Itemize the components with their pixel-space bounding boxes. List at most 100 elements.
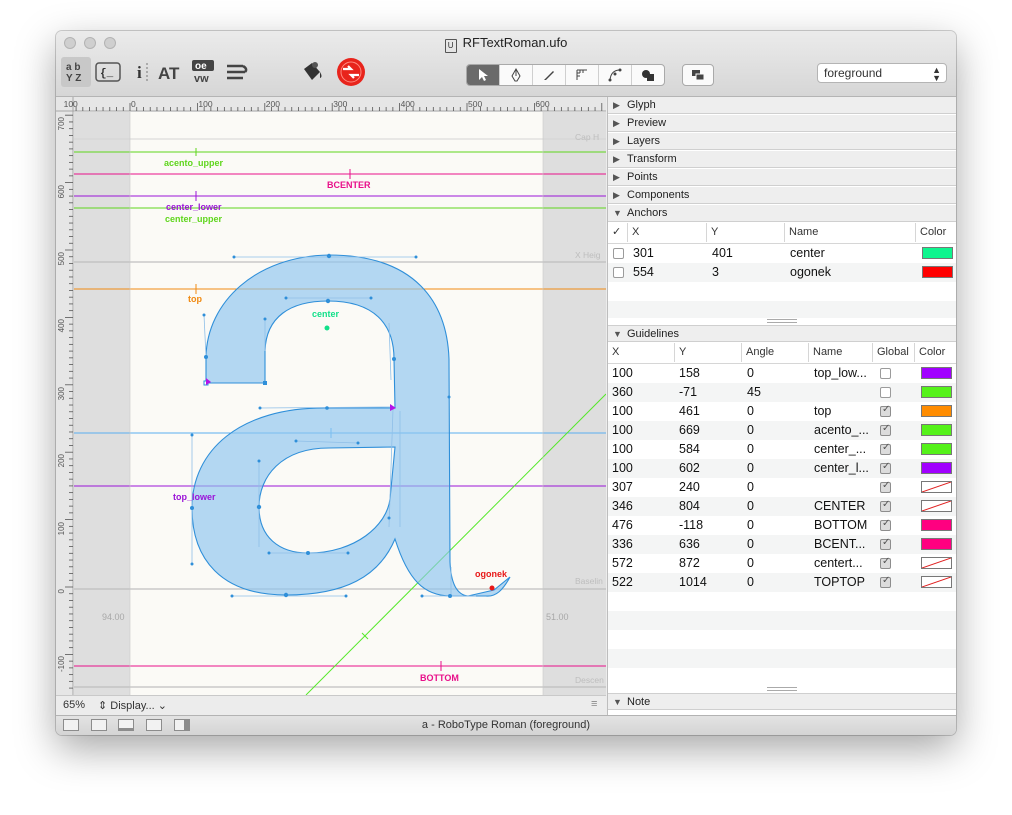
guideline-y[interactable]: 584 — [679, 440, 700, 459]
table-row[interactable]: 360 -71 45 — [608, 383, 956, 402]
table-row[interactable]: 476 -118 0 BOTTOM — [608, 516, 956, 535]
guideline-name[interactable]: top_low... — [814, 364, 867, 383]
anchor-name[interactable]: center — [790, 244, 825, 263]
table-row[interactable]: 100 669 0 acento_... — [608, 421, 956, 440]
pointer-tool-icon[interactable] — [467, 65, 500, 85]
anchor-x[interactable]: 554 — [633, 263, 654, 282]
anchor-checkbox[interactable] — [613, 267, 624, 278]
guidelines-col-color[interactable]: Color — [915, 343, 956, 362]
table-row[interactable]: 100 602 0 center_l... — [608, 459, 956, 478]
table-row[interactable]: 554 3 ogonek — [608, 263, 956, 282]
table-row[interactable]: 522 1014 0 TOPTOP — [608, 573, 956, 592]
table-row[interactable]: 346 804 0 CENTER — [608, 497, 956, 516]
guideline-x[interactable]: 100 — [612, 440, 633, 459]
guideline-angle[interactable]: 0 — [747, 402, 754, 421]
guideline-x[interactable]: 100 — [612, 459, 633, 478]
section-points[interactable]: ▶ Points — [608, 169, 956, 186]
guidelines-col-y[interactable]: Y — [675, 343, 742, 362]
anchor-color-swatch[interactable] — [922, 247, 953, 259]
table-row[interactable]: 301 401 center — [608, 244, 956, 263]
guideline-name[interactable]: top — [814, 402, 831, 421]
guideline-global-checkbox[interactable] — [880, 368, 891, 379]
guideline-global-checkbox[interactable] — [880, 404, 891, 417]
guideline-global-checkbox[interactable] — [880, 442, 891, 455]
guideline-y[interactable]: 872 — [679, 554, 700, 573]
guideline-global-checkbox[interactable] — [880, 387, 891, 398]
guideline-color-swatch[interactable] — [921, 576, 952, 588]
ligature-icon[interactable]: oe vw — [188, 57, 218, 87]
anchors-col-color[interactable]: Color — [916, 223, 956, 242]
table-row[interactable]: 100 584 0 center_... — [608, 440, 956, 459]
guideline-angle[interactable]: 0 — [747, 573, 754, 592]
guidelines-col-angle[interactable]: Angle — [742, 343, 809, 362]
guideline-name[interactable]: BCENT... — [814, 535, 865, 554]
guideline-angle[interactable]: 0 — [747, 554, 754, 573]
bezier-tool-icon[interactable] — [599, 65, 632, 85]
guideline-y[interactable]: -71 — [679, 383, 697, 402]
section-preview[interactable]: ▶ Preview — [608, 115, 956, 132]
guideline-angle[interactable]: 0 — [747, 497, 754, 516]
guideline-x[interactable]: 307 — [612, 478, 633, 497]
table-row[interactable]: 307 240 0 — [608, 478, 956, 497]
text-icon[interactable]: AT — [156, 57, 186, 87]
ruler-tool-icon[interactable] — [566, 65, 599, 85]
table-row[interactable]: 100 158 0 top_low... — [608, 364, 956, 383]
guideline-x[interactable]: 476 — [612, 516, 633, 535]
guideline-y[interactable]: 158 — [679, 364, 700, 383]
guideline-x[interactable]: 346 — [612, 497, 633, 516]
layer-select[interactable]: foreground ▲ ▼ — [817, 63, 947, 83]
guideline-angle[interactable]: 45 — [747, 383, 761, 402]
guideline-angle[interactable]: 0 — [747, 364, 754, 383]
guideline-y[interactable]: 1014 — [679, 573, 707, 592]
guideline-name[interactable]: center_... — [814, 440, 866, 459]
anchor-name[interactable]: ogonek — [790, 263, 831, 282]
section-transform[interactable]: ▶ Transform — [608, 151, 956, 168]
script-icon[interactable]: {_ — [93, 57, 123, 87]
section-components[interactable]: ▶ Components — [608, 187, 956, 204]
guideline-color-swatch[interactable] — [921, 557, 952, 569]
anchors-col-name[interactable]: Name — [785, 223, 916, 242]
guideline-angle[interactable]: 0 — [747, 516, 754, 535]
guidelines-splitter[interactable] — [767, 687, 797, 691]
guideline-name[interactable]: BOTTOM — [814, 516, 867, 535]
guideline-color-swatch[interactable] — [921, 443, 952, 455]
anchor-center-point[interactable] — [324, 325, 330, 331]
guideline-color-swatch[interactable] — [921, 519, 952, 531]
anchor-y[interactable]: 401 — [712, 244, 733, 263]
guideline-y[interactable]: -118 — [679, 516, 703, 535]
paint-bucket-icon[interactable] — [296, 57, 326, 87]
stroke-icon[interactable] — [221, 57, 251, 87]
guideline-name[interactable]: TOPTOP — [814, 573, 865, 592]
guideline-color-swatch[interactable] — [921, 386, 952, 398]
guidelines-col-global[interactable]: Global — [873, 343, 915, 362]
section-note[interactable]: ▼ Note — [608, 693, 956, 710]
guideline-x[interactable]: 100 — [612, 402, 633, 421]
guideline-y[interactable]: 602 — [679, 459, 700, 478]
guideline-angle[interactable]: 0 — [747, 440, 754, 459]
guideline-y[interactable]: 461 — [679, 402, 700, 421]
guideline-y[interactable]: 804 — [679, 497, 700, 516]
anchors-splitter[interactable] — [767, 319, 797, 323]
guideline-color-swatch[interactable] — [921, 500, 952, 512]
section-anchors[interactable]: ▼ Anchors — [608, 205, 956, 222]
guideline-name[interactable]: acento_... — [814, 421, 869, 440]
guideline-x[interactable]: 100 — [612, 421, 633, 440]
guideline-x[interactable]: 100 — [612, 364, 633, 383]
guideline-global-checkbox[interactable] — [880, 423, 891, 436]
resize-grip-icon[interactable]: ≡ — [591, 698, 597, 710]
guideline-name[interactable]: CENTER — [814, 497, 865, 516]
glyph-set-icon[interactable]: a bY Z — [61, 57, 91, 87]
guideline-x[interactable]: 336 — [612, 535, 633, 554]
pen-tool-icon[interactable] — [500, 65, 533, 85]
guideline-y[interactable]: 669 — [679, 421, 700, 440]
guideline-x[interactable]: 360 — [612, 383, 633, 402]
zoom-level[interactable]: 65% — [63, 699, 85, 711]
anchor-y[interactable]: 3 — [712, 263, 719, 282]
anchor-color-swatch[interactable] — [922, 266, 953, 278]
guideline-color-swatch[interactable] — [921, 367, 952, 379]
knife-tool-icon[interactable] — [533, 65, 566, 85]
guideline-global-checkbox[interactable] — [880, 461, 891, 474]
guideline-angle[interactable]: 0 — [747, 421, 754, 440]
anchors-col-y[interactable]: Y — [707, 223, 785, 242]
guideline-name[interactable]: centert... — [814, 554, 863, 573]
